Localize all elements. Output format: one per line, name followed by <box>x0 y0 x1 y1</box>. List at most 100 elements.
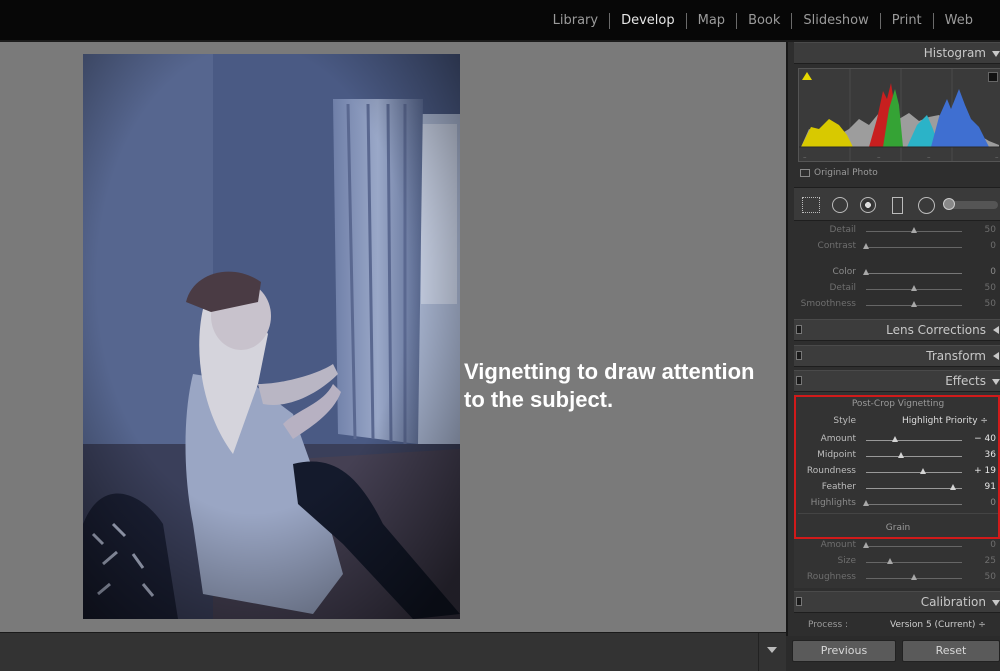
photo-illustration <box>83 54 460 619</box>
slider-value[interactable]: 0 <box>990 241 996 251</box>
slider-track[interactable] <box>866 574 962 580</box>
histogram-graph: – – – – <box>799 69 1000 161</box>
slider-thumb[interactable] <box>911 227 917 233</box>
collapse-triangle-icon[interactable] <box>992 379 1000 385</box>
slider-label: Smoothness <box>800 299 856 309</box>
brush-knob <box>943 198 955 210</box>
slider-value[interactable]: 0 <box>990 267 996 277</box>
slider-row[interactable]: Color 0 <box>794 265 1000 281</box>
slider-track[interactable] <box>863 542 962 548</box>
slider-track[interactable] <box>863 269 962 275</box>
svg-text:–: – <box>803 153 807 161</box>
svg-text:–: – <box>995 153 999 161</box>
expand-triangle-icon[interactable] <box>993 352 999 360</box>
slider-value[interactable]: 0 <box>990 540 996 550</box>
panel-title: Lens Corrections <box>886 323 986 337</box>
annotation-caption: Vignetting to draw attention to the subj… <box>464 358 784 414</box>
panel-toggle-switch[interactable] <box>796 597 802 606</box>
photo-preview[interactable] <box>83 54 460 619</box>
panel-button-row: Previous Reset <box>786 636 1000 671</box>
slider-thumb[interactable] <box>863 542 869 548</box>
calibration-header[interactable]: Calibration <box>794 591 1000 613</box>
expand-triangle-icon[interactable] <box>993 326 999 334</box>
tab-book[interactable]: Book <box>737 12 791 30</box>
slider-label: Color <box>832 267 857 277</box>
slider-row[interactable]: Amount 0 <box>794 538 1000 554</box>
slider-row[interactable]: Roughness 50 <box>794 570 1000 586</box>
spot-removal-icon[interactable] <box>832 197 848 213</box>
process-version-row[interactable]: Process : Version 5 (Current) ÷ <box>794 620 1000 634</box>
panel-title: Transform <box>926 349 986 363</box>
chevron-down-icon <box>767 647 777 653</box>
tab-web[interactable]: Web <box>934 12 984 30</box>
slider-row[interactable]: Detail 50 <box>794 281 1000 297</box>
tool-strip <box>794 187 1000 221</box>
slider-track[interactable] <box>866 558 962 564</box>
slider-thumb[interactable] <box>863 243 869 249</box>
reset-button[interactable]: Reset <box>902 640 1000 662</box>
slider-label: Detail <box>829 283 856 293</box>
annotation-highlight-box <box>794 395 1000 539</box>
panel-toggle-switch[interactable] <box>796 351 802 360</box>
previous-button[interactable]: Previous <box>792 640 896 662</box>
slider-thumb[interactable] <box>911 285 917 291</box>
slider-value[interactable]: 50 <box>985 225 996 235</box>
tab-library[interactable]: Library <box>542 12 609 30</box>
slider-track[interactable] <box>863 243 962 249</box>
tab-map[interactable]: Map <box>687 12 736 30</box>
collapse-triangle-icon[interactable] <box>992 51 1000 57</box>
svg-text:–: – <box>877 153 881 161</box>
red-eye-icon[interactable] <box>860 197 876 213</box>
panel-title: Effects <box>945 374 986 388</box>
slider-thumb[interactable] <box>863 269 869 275</box>
histogram-header[interactable]: Histogram <box>794 42 1000 64</box>
image-canvas[interactable]: Vignetting to draw attention to the subj… <box>0 42 786 632</box>
module-tabs: Library Develop Map Book Slideshow Print… <box>542 12 984 30</box>
tab-slideshow[interactable]: Slideshow <box>792 12 879 30</box>
histogram-display[interactable]: – – – – <box>798 68 1000 162</box>
slider-thumb[interactable] <box>911 301 917 307</box>
process-label: Process : <box>808 620 849 630</box>
slider-track[interactable] <box>866 285 962 291</box>
slider-value[interactable]: 25 <box>985 556 996 566</box>
slider-row[interactable]: Smoothness 50 <box>794 297 1000 313</box>
slider-row[interactable]: Contrast 0 <box>794 239 1000 255</box>
crop-overlay-icon[interactable] <box>802 197 820 213</box>
process-dropdown[interactable]: Version 5 (Current) ÷ <box>890 620 986 630</box>
collapse-triangle-icon[interactable] <box>992 600 1000 606</box>
shadow-clipping-warning-icon[interactable] <box>802 72 812 80</box>
radial-filter-icon[interactable] <box>918 197 935 214</box>
slider-track[interactable] <box>866 301 962 307</box>
lens-corrections-header[interactable]: Lens Corrections <box>794 319 1000 341</box>
photo-info-icon <box>800 169 810 177</box>
panel-title: Histogram <box>923 46 986 60</box>
tab-develop[interactable]: Develop <box>610 12 686 30</box>
panel-toggle-switch[interactable] <box>796 376 802 385</box>
transform-header[interactable]: Transform <box>794 345 1000 367</box>
caption-line: Vignetting to draw attention <box>464 359 755 384</box>
effects-header[interactable]: Effects <box>794 370 1000 392</box>
original-photo-label: Original Photo <box>814 168 878 178</box>
panel-toggle-switch[interactable] <box>796 325 802 334</box>
slider-label: Amount <box>820 540 856 550</box>
slider-value[interactable]: 50 <box>985 572 996 582</box>
slider-value[interactable]: 50 <box>985 299 996 309</box>
toolbar-content-toggle[interactable] <box>758 633 786 671</box>
slider-row[interactable]: Size 25 <box>794 554 1000 570</box>
svg-text:–: – <box>927 153 931 161</box>
highlight-clipping-warning-icon[interactable] <box>988 72 998 82</box>
toolbar-bottom <box>0 632 786 671</box>
slider-value[interactable]: 50 <box>985 283 996 293</box>
graduated-filter-icon[interactable] <box>892 197 903 214</box>
slider-row[interactable]: Detail 50 <box>794 223 1000 239</box>
slider-label: Size <box>837 556 856 566</box>
caption-line: to the subject. <box>464 387 614 412</box>
original-photo-row: Original Photo <box>800 168 878 178</box>
module-picker-bar: Library Develop Map Book Slideshow Print… <box>0 0 1000 40</box>
slider-track[interactable] <box>866 227 962 233</box>
slider-thumb[interactable] <box>887 558 893 564</box>
tab-print[interactable]: Print <box>881 12 933 30</box>
slider-label: Contrast <box>817 241 856 251</box>
adjustment-brush-icon[interactable] <box>943 198 998 210</box>
slider-thumb[interactable] <box>911 574 917 580</box>
